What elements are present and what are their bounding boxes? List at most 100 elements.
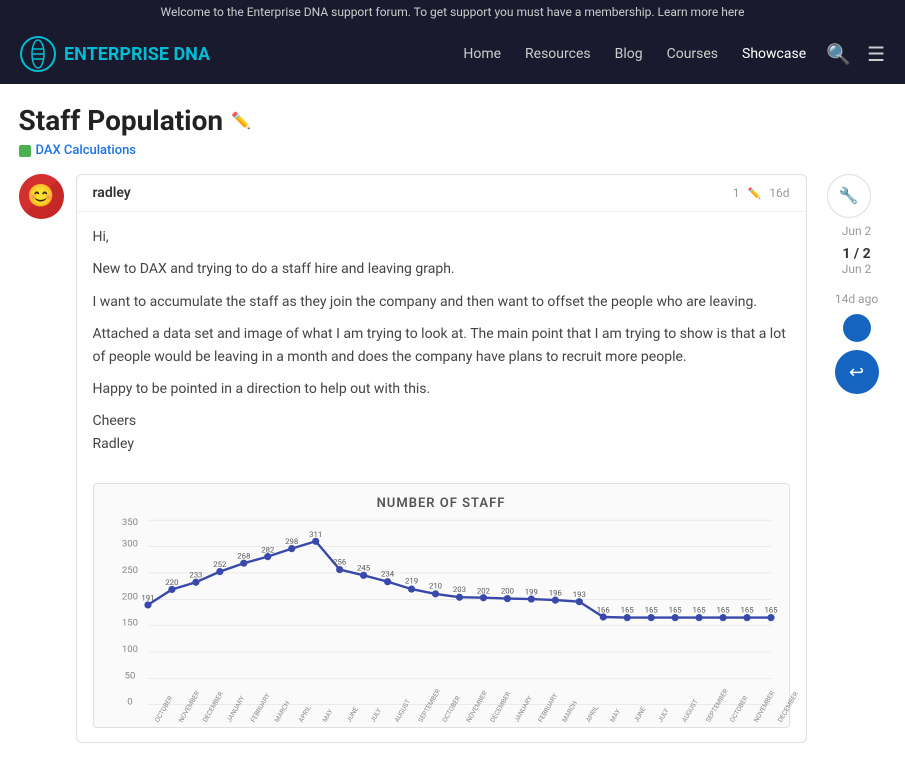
svg-text:219: 219 <box>404 577 417 586</box>
post-body: Hi, New to DAX and trying to do a staff … <box>77 212 806 469</box>
svg-text:311: 311 <box>309 530 322 539</box>
nav-showcase[interactable]: Showcase <box>742 46 806 62</box>
svg-text:NOVEMBER: NOVEMBER <box>752 690 776 724</box>
svg-text:MARCH: MARCH <box>272 700 291 724</box>
chart-container: NUMBER OF STAFF 0 50 100 150 200 250 300… <box>93 483 790 728</box>
data-point <box>767 614 774 621</box>
svg-text:FEBRUARY: FEBRUARY <box>248 692 271 724</box>
svg-text:NOVEMBER: NOVEMBER <box>464 690 488 724</box>
svg-text:SEPTEMBER: SEPTEMBER <box>704 688 729 724</box>
svg-text:AUGUST: AUGUST <box>392 698 412 724</box>
data-point <box>527 596 534 603</box>
svg-text:APRIL: APRIL <box>584 704 600 724</box>
svg-text:196: 196 <box>548 589 561 598</box>
category-badge[interactable]: DAX Calculations <box>19 143 137 158</box>
data-point <box>192 579 199 586</box>
svg-text:233: 233 <box>189 571 202 580</box>
svg-text:50: 50 <box>124 670 135 681</box>
tool-button[interactable]: 🔧 <box>827 174 871 218</box>
svg-text:165: 165 <box>644 606 658 615</box>
indicator-dot <box>843 314 871 342</box>
body-line-4: Attached a data set and image of what I … <box>93 323 790 368</box>
nav-resources[interactable]: Resources <box>525 46 591 62</box>
edit-icon[interactable]: ✏️ <box>231 111 251 130</box>
post-number: 1 <box>733 186 740 200</box>
svg-text:OCTOBER: OCTOBER <box>728 695 749 724</box>
post-wrapper: 😊 radley 1 ✏️ 16d Hi, <box>19 174 807 743</box>
svg-text:OCTOBER: OCTOBER <box>440 695 461 724</box>
logo[interactable]: ENTERPRISE DNA <box>20 36 210 72</box>
sidebar-date1: Jun 2 <box>827 224 887 238</box>
body-line-1: Hi, <box>93 226 790 248</box>
reply-button[interactable]: ↩ <box>835 350 879 394</box>
svg-text:298: 298 <box>285 537 298 546</box>
nav-blog[interactable]: Blog <box>615 46 643 62</box>
data-point <box>695 614 702 621</box>
nav-courses[interactable]: Courses <box>667 46 718 62</box>
svg-text:MAY: MAY <box>320 708 334 724</box>
svg-text:300: 300 <box>121 539 137 550</box>
data-point <box>455 594 462 601</box>
svg-text:OCTOBER: OCTOBER <box>153 695 174 724</box>
data-point <box>647 614 654 621</box>
svg-text:165: 165 <box>740 606 754 615</box>
data-point <box>719 614 726 621</box>
svg-text:191: 191 <box>141 594 154 603</box>
navbar: ENTERPRISE DNA Home Resources Blog Cours… <box>0 24 905 84</box>
post-author: radley <box>93 185 131 201</box>
avatar-img: 😊 <box>19 174 64 219</box>
avatar: 😊 <box>19 174 64 219</box>
svg-text:NOVEMBER: NOVEMBER <box>177 690 201 724</box>
svg-text:268: 268 <box>237 552 250 561</box>
svg-text:203: 203 <box>452 585 465 594</box>
data-point <box>240 560 247 567</box>
svg-text:256: 256 <box>333 558 346 567</box>
data-point <box>599 614 606 621</box>
svg-text:282: 282 <box>261 546 275 555</box>
data-point <box>216 568 223 575</box>
post-edit-icon: ✏️ <box>748 187 762 200</box>
main-content: Staff Population ✏️ DAX Calculations 😊 r… <box>3 84 903 763</box>
data-point <box>168 586 175 593</box>
sidebar-ago: 14d ago <box>827 292 887 306</box>
logo-text: ENTERPRISE DNA <box>64 44 210 65</box>
post-header: radley 1 ✏️ 16d <box>77 175 806 212</box>
svg-text:165: 165 <box>764 606 778 615</box>
svg-text:JANUARY: JANUARY <box>225 695 246 724</box>
category-label: DAX Calculations <box>36 143 137 158</box>
svg-text:FEBRUARY: FEBRUARY <box>536 692 559 724</box>
post-area: 😊 radley 1 ✏️ 16d Hi, <box>19 174 807 743</box>
svg-text:JUNE: JUNE <box>344 705 359 723</box>
post-count-date: Jun 2 <box>827 262 887 276</box>
nav-home[interactable]: Home <box>463 46 501 62</box>
nav-links: Home Resources Blog Courses Showcase <box>463 46 806 62</box>
svg-text:DECEMBER: DECEMBER <box>201 691 225 724</box>
page-title-row: Staff Population ✏️ <box>19 104 887 137</box>
chart-svg: 0 50 100 150 200 250 300 350 <box>106 519 777 711</box>
page-title: Staff Population <box>19 104 224 137</box>
svg-text:DECEMBER: DECEMBER <box>776 691 800 724</box>
data-point <box>743 614 750 621</box>
menu-button[interactable]: ☰ <box>867 42 885 67</box>
svg-text:199: 199 <box>524 588 537 597</box>
svg-text:100: 100 <box>121 644 137 655</box>
data-point <box>407 586 414 593</box>
nav-icon-group: 🔍 ☰ <box>826 42 885 67</box>
data-point <box>503 595 510 602</box>
svg-text:JULY: JULY <box>368 707 382 724</box>
body-line-3: I want to accumulate the staff as they j… <box>93 291 790 313</box>
search-button[interactable]: 🔍 <box>826 42 851 67</box>
svg-text:SEPTEMBER: SEPTEMBER <box>416 688 441 724</box>
svg-text:MAY: MAY <box>608 708 622 724</box>
data-point <box>336 566 343 573</box>
top-banner: Welcome to the Enterprise DNA support fo… <box>0 0 905 24</box>
svg-text:DECEMBER: DECEMBER <box>488 691 512 724</box>
body-line-5: Happy to be pointed in a direction to he… <box>93 378 790 400</box>
svg-text:JUNE: JUNE <box>632 705 647 723</box>
svg-text:165: 165 <box>716 606 730 615</box>
post-count: 1 / 2 <box>827 246 887 262</box>
svg-text:252: 252 <box>213 560 227 569</box>
svg-text:250: 250 <box>121 565 137 576</box>
svg-text:150: 150 <box>121 618 137 629</box>
data-point <box>431 590 438 597</box>
